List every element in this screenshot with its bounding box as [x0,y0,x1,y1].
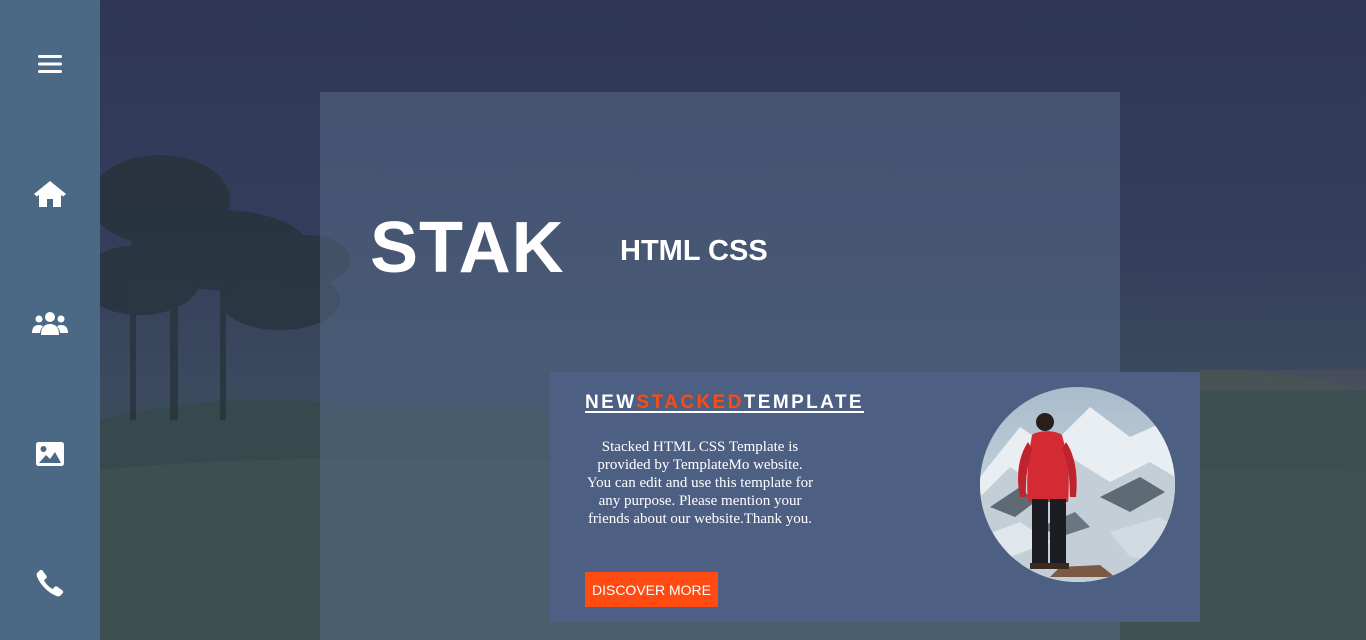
card-description: Stacked HTML CSS Template is provided by… [586,439,814,527]
sidebar-nav [0,0,100,640]
card-title-accent: STACKED [636,392,744,413]
phone-icon [36,569,64,597]
brand-subtitle: HTML CSS [620,235,768,267]
card-title: NEWSTACKEDTEMPLATE [585,392,864,414]
nav-home-button[interactable] [25,169,75,219]
menu-toggle-button[interactable] [25,39,75,89]
feature-card: NEWSTACKEDTEMPLATE Stacked HTML CSS Temp… [550,372,1200,622]
home-icon [34,181,66,207]
page: STAK HTML CSS NEWSTACKEDTEMPLATE Stacked… [0,0,1366,640]
users-icon [32,312,68,335]
card-title-part1: NEW [585,392,637,413]
hamburger-menu-icon [38,55,62,73]
hiker-photo [980,387,1175,582]
image-icon [36,442,64,466]
nav-gallery-button[interactable] [25,429,75,479]
card-title-part3: TEMPLATE [743,392,864,413]
discover-more-button[interactable]: DISCOVER MORE [585,572,718,607]
nav-team-button[interactable] [25,298,75,348]
brand-logo: STAK [370,208,565,288]
nav-contact-button[interactable] [25,558,75,608]
hiker-mountain-image [980,387,1175,582]
